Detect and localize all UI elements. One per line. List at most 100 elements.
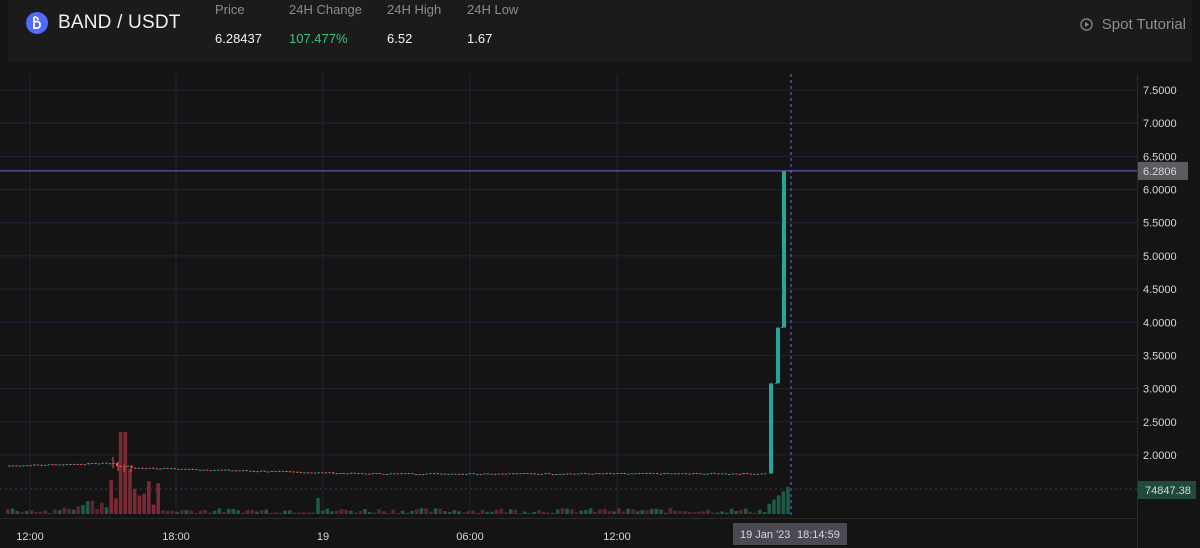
price-candle	[83, 464, 86, 466]
volume-bar	[565, 508, 569, 514]
volume-bar	[320, 510, 325, 514]
volume-bar	[48, 512, 52, 514]
price-candle	[260, 470, 263, 472]
crosshair: 6.2806 74847.38 19 Jan '23 18:14:59	[0, 74, 1196, 545]
price-candle	[504, 473, 508, 475]
volume-bar	[494, 509, 499, 514]
price-candle	[616, 472, 619, 474]
volume-bar	[621, 511, 626, 514]
volume-bar	[541, 511, 546, 514]
high-value: 6.52	[387, 31, 413, 46]
price-candle	[65, 463, 68, 465]
volume-bar	[767, 503, 771, 514]
price-candle	[51, 464, 54, 466]
volume-bar	[607, 511, 612, 514]
volume-bar	[729, 508, 734, 514]
price-candle	[339, 473, 342, 475]
price-candle	[8, 465, 11, 467]
high-stat: 24H High 6.52	[387, 2, 441, 46]
price-candle	[209, 470, 212, 472]
price-candle	[677, 473, 680, 475]
price-candle	[198, 469, 202, 471]
price-candle	[753, 473, 756, 475]
change-label: 24H Change	[289, 2, 362, 17]
volume-bar	[194, 512, 198, 514]
price-candle	[360, 473, 364, 475]
price-candle	[303, 472, 306, 474]
price-candle	[749, 473, 752, 475]
price-candle	[267, 471, 270, 473]
price-candle	[684, 473, 688, 475]
volume-bar	[43, 510, 48, 514]
price-candle	[141, 467, 144, 469]
volume-bar	[452, 510, 457, 514]
price-candle	[119, 466, 122, 468]
volume-bar	[546, 512, 551, 514]
price-candle	[213, 469, 216, 471]
price-candle	[72, 463, 76, 465]
spot-tutorial-label: Spot Tutorial	[1101, 16, 1186, 33]
chart-canvas[interactable]: 6.280674847.3819 Jan '23 18:14:59 7.50007…	[0, 74, 1200, 548]
price-candle	[537, 473, 540, 475]
volume-bar	[95, 509, 99, 514]
price-candle	[188, 468, 191, 470]
price-candle	[666, 472, 670, 474]
price-tick-label: 3.0000	[1143, 384, 1177, 396]
price-candle	[224, 469, 227, 471]
price-candle	[425, 473, 428, 475]
price-candle	[375, 473, 378, 475]
volume-bar	[696, 511, 701, 514]
volume-bar	[363, 509, 367, 514]
volume-bar	[555, 509, 560, 514]
price-candle	[11, 465, 14, 467]
volume-bar	[377, 509, 381, 514]
volume-bar	[38, 511, 43, 514]
price-candle	[742, 472, 745, 475]
volume-bar	[584, 510, 588, 514]
price-candle	[486, 473, 490, 475]
price-candle	[652, 473, 655, 475]
trading-pair-selector[interactable]: BAND / USDT	[26, 12, 181, 34]
volume-bar	[90, 500, 95, 514]
price-candle	[569, 473, 572, 475]
volume-bar	[711, 512, 715, 514]
volume-bar	[508, 509, 513, 514]
price-candle	[90, 462, 94, 464]
price-candle	[324, 472, 328, 474]
spot-tutorial-button[interactable]: Spot Tutorial	[1080, 16, 1186, 33]
price-candle	[681, 473, 684, 475]
volume-bar	[226, 508, 231, 514]
volume-bar	[743, 508, 748, 514]
volume-bar	[753, 512, 757, 514]
price-candle	[245, 470, 248, 472]
price-candle	[429, 473, 432, 475]
volume-bar	[570, 509, 574, 514]
volume-bar	[53, 509, 57, 514]
volume-bar	[311, 512, 316, 514]
price-candle	[62, 464, 65, 466]
price-candle	[501, 473, 504, 475]
price-candle	[170, 468, 173, 470]
price-candle	[515, 473, 518, 475]
candlestick-chart[interactable]: 6.2806 74847.38 19 Jan '23 18:14:59 7.5000 7…	[0, 74, 1200, 548]
price-candle	[44, 464, 47, 466]
price-candle	[594, 473, 598, 475]
volume-bar	[706, 509, 710, 514]
price-candle	[713, 472, 716, 474]
volume-bar	[306, 512, 311, 514]
price-candle	[526, 473, 529, 475]
volume-bar	[447, 512, 452, 514]
time-axis[interactable]: 12:00 18:00 19 06:00 12:00	[0, 518, 1137, 544]
price-axis[interactable]: 7.5000 7.0000 6.5000 6.0000 5.5000 5.0000 4.50…	[1137, 74, 1177, 548]
price-candle	[602, 473, 605, 475]
price-candle	[530, 473, 533, 475]
price-candle	[494, 473, 497, 475]
price-candle	[220, 469, 223, 471]
price-candle	[396, 473, 400, 475]
volume-bar	[739, 509, 743, 514]
volume-bar	[67, 508, 71, 514]
price-candle	[458, 473, 461, 475]
price-candle	[281, 470, 284, 472]
volume-bar	[217, 508, 222, 514]
volume-bar	[184, 510, 189, 514]
